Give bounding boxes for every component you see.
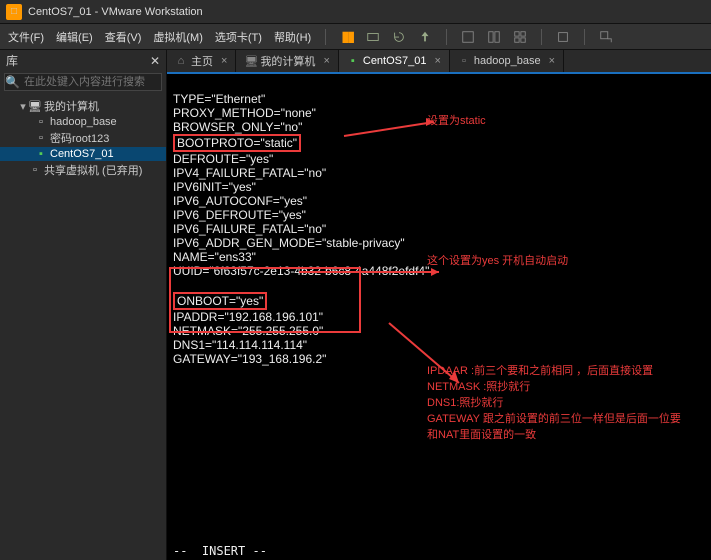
search-icon: 🔍 bbox=[5, 75, 20, 89]
vm-tree: ▾ 🖥 我的计算机 ▫ hadoop_base ▫ 密码root123 ▪ Ce… bbox=[0, 95, 166, 181]
sidebar-header: 库 ✕ bbox=[0, 50, 166, 71]
menu-file[interactable]: 文件(F) bbox=[6, 29, 46, 45]
window-title: CentOS7_01 - VMware Workstation bbox=[28, 6, 203, 18]
terminal-output[interactable]: TYPE="Ethernet" PROXY_METHOD="none" BROW… bbox=[167, 74, 711, 560]
term-line: IPV6_AUTOCONF="yes" bbox=[173, 194, 307, 208]
snapshot-icon[interactable] bbox=[364, 29, 382, 45]
tree-label: 共享虚拟机 (已弃用) bbox=[44, 162, 142, 178]
arrow-icon bbox=[317, 100, 454, 161]
tree-item-hadoop[interactable]: ▫ hadoop_base bbox=[0, 115, 166, 129]
tab-hadoop[interactable]: ▫ hadoop_base × bbox=[450, 50, 564, 72]
tab-label: 我的计算机 bbox=[260, 53, 315, 69]
vm-icon: ▪ bbox=[347, 55, 359, 67]
tree-root-mycomputer[interactable]: ▾ 🖥 我的计算机 bbox=[0, 97, 166, 115]
tree-shared-vms[interactable]: ▫ 共享虚拟机 (已弃用) bbox=[0, 161, 166, 179]
unity-icon[interactable] bbox=[597, 29, 615, 45]
annotation-onboot: 这个设置为yes 开机自动启动 bbox=[427, 252, 568, 268]
view-single-icon[interactable] bbox=[459, 29, 477, 45]
term-line: PROXY_METHOD="none" bbox=[173, 106, 316, 120]
term-line: DEFROUTE="yes" bbox=[173, 152, 273, 166]
term-line: DNS1="114.114.114.114" bbox=[173, 338, 307, 352]
tab-close-icon[interactable]: × bbox=[323, 55, 329, 67]
term-line: NAME="ens33" bbox=[173, 250, 256, 264]
term-line: TYPE="Ethernet" bbox=[173, 92, 265, 106]
vm-icon: ▫ bbox=[458, 55, 470, 67]
view-tile-icon[interactable] bbox=[485, 29, 503, 45]
term-line: GATEWAY="193_168.196.2" bbox=[173, 352, 326, 366]
menu-bar: 文件(F) 编辑(E) 查看(V) 虚拟机(M) 选项卡(T) 帮助(H) ▮▮ bbox=[0, 24, 711, 50]
term-line: IPV4_FAILURE_FATAL="no" bbox=[173, 166, 326, 180]
menu-vm[interactable]: 虚拟机(M) bbox=[151, 29, 205, 45]
tab-close-icon[interactable]: × bbox=[434, 55, 440, 67]
computer-icon: 🖥 bbox=[28, 100, 42, 113]
sidebar-title: 库 bbox=[6, 52, 18, 69]
annotation-static: 设置为static bbox=[427, 112, 486, 128]
term-line: IPV6INIT="yes" bbox=[173, 180, 256, 194]
tab-close-icon[interactable]: × bbox=[221, 55, 227, 67]
tree-label: CentOS7_01 bbox=[50, 148, 114, 160]
computer-icon: 🖥 bbox=[244, 55, 256, 68]
menu-view[interactable]: 查看(V) bbox=[103, 29, 144, 45]
tree-label: hadoop_base bbox=[50, 116, 117, 128]
annotation-gateway: GATEWAY 跟之前设置的前三位一样但是后面一位要和NAT里面设置的一致 bbox=[427, 410, 687, 442]
separator bbox=[325, 29, 326, 45]
vm-icon: ▫ bbox=[34, 116, 48, 128]
tab-bar: ⌂ 主页 × 🖥 我的计算机 × ▪ CentOS7_01 × ▫ hadoop… bbox=[167, 50, 711, 74]
tree-label: 密码root123 bbox=[50, 130, 109, 146]
close-icon[interactable]: ✕ bbox=[150, 54, 160, 68]
annotation-dns: DNS1:照抄就行 bbox=[427, 394, 503, 410]
tab-centos[interactable]: ▪ CentOS7_01 × bbox=[339, 50, 450, 72]
fullscreen-icon[interactable] bbox=[554, 29, 572, 45]
tree-item-centos[interactable]: ▪ CentOS7_01 bbox=[0, 147, 166, 161]
main-area: ⌂ 主页 × 🖥 我的计算机 × ▪ CentOS7_01 × ▫ hadoop… bbox=[167, 50, 711, 560]
collapse-icon[interactable]: ▾ bbox=[18, 100, 28, 113]
term-line: BROWSER_ONLY="no" bbox=[173, 120, 302, 134]
upgrade-icon[interactable] bbox=[416, 29, 434, 45]
tab-label: CentOS7_01 bbox=[363, 55, 427, 67]
tab-mycomputer[interactable]: 🖥 我的计算机 × bbox=[236, 50, 338, 72]
tab-home[interactable]: ⌂ 主页 × bbox=[167, 50, 236, 72]
annotation-ipaddr: IPDAAR :前三个要和之前相同 ，后面直接设置 bbox=[427, 362, 687, 378]
view-thumb-icon[interactable] bbox=[511, 29, 529, 45]
shared-icon: ▫ bbox=[28, 164, 42, 176]
highlight-bootproto: BOOTPROTO="static" bbox=[173, 134, 301, 152]
window-titlebar: □ CentOS7_01 - VMware Workstation bbox=[0, 0, 711, 24]
separator bbox=[584, 29, 585, 45]
search-box[interactable]: 🔍 ▾ bbox=[4, 73, 162, 91]
term-line: IPV6_DEFROUTE="yes" bbox=[173, 208, 306, 222]
home-icon: ⌂ bbox=[175, 55, 187, 67]
term-line: BOOTPROTO="static" bbox=[177, 136, 297, 150]
term-line: IPV6_FAILURE_FATAL="no" bbox=[173, 222, 326, 236]
tree-item-root123[interactable]: ▫ 密码root123 bbox=[0, 129, 166, 147]
tab-label: hadoop_base bbox=[474, 55, 541, 67]
menu-tabs[interactable]: 选项卡(T) bbox=[213, 29, 264, 45]
tab-close-icon[interactable]: × bbox=[549, 55, 555, 67]
menu-edit[interactable]: 编辑(E) bbox=[54, 29, 95, 45]
app-logo-icon: □ bbox=[6, 4, 22, 20]
separator bbox=[541, 29, 542, 45]
vim-mode-line: -- INSERT -- bbox=[173, 544, 267, 558]
pause-icon[interactable]: ▮▮ bbox=[338, 29, 356, 45]
sidebar: 库 ✕ 🔍 ▾ ▾ 🖥 我的计算机 ▫ hadoop_base ▫ 密码root… bbox=[0, 50, 167, 560]
reset-icon[interactable] bbox=[390, 29, 408, 45]
search-input[interactable] bbox=[20, 74, 170, 90]
tree-label: 我的计算机 bbox=[44, 98, 99, 114]
separator bbox=[446, 29, 447, 45]
annotation-netmask: NETMASK :照抄就行 bbox=[427, 378, 530, 394]
vm-icon: ▫ bbox=[34, 132, 48, 144]
tab-label: 主页 bbox=[191, 53, 213, 69]
menu-help[interactable]: 帮助(H) bbox=[272, 29, 313, 45]
vm-running-icon: ▪ bbox=[34, 148, 48, 160]
